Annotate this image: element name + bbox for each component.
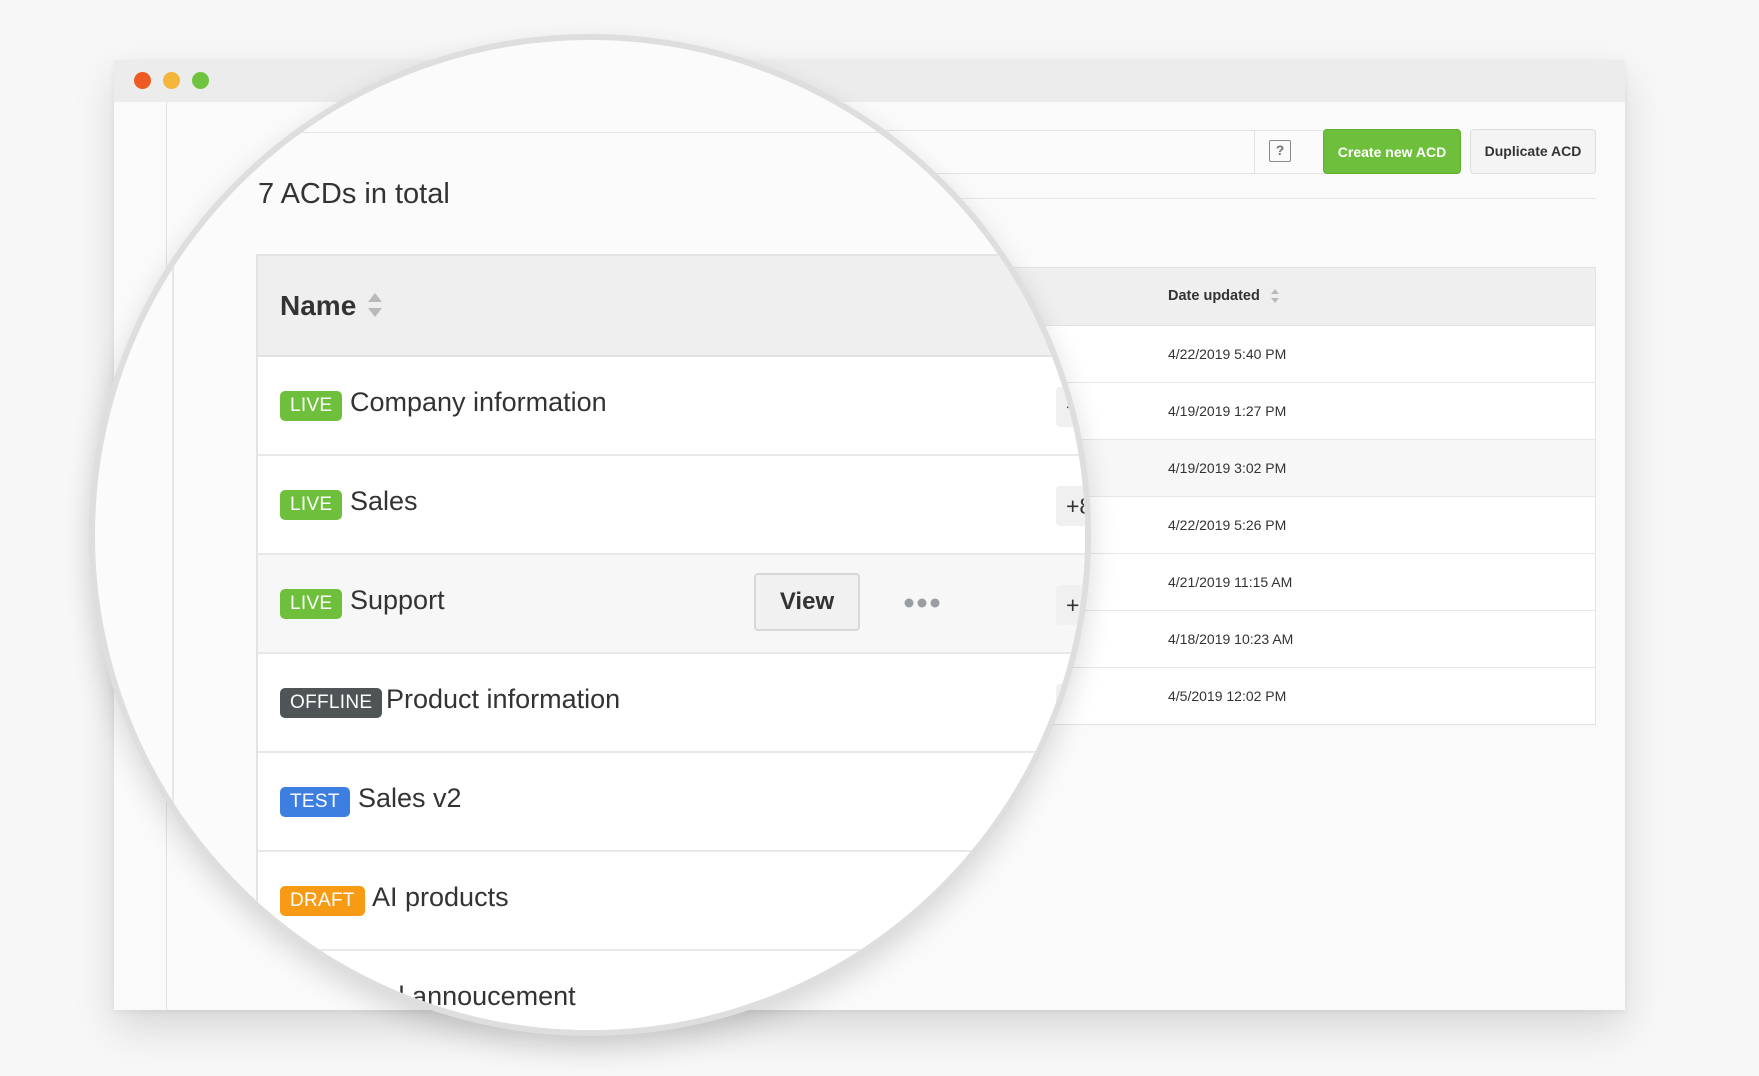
acd-total-count: 7 ACDs in total [258, 178, 450, 210]
extra-count-chip: +8 [1056, 486, 1085, 526]
date-updated-cell: 4/22/2019 5:26 PM [1168, 517, 1287, 533]
table-header: Name [258, 256, 1085, 357]
help-icon[interactable]: ? [1269, 140, 1291, 162]
status-badge: DRAFT [280, 886, 365, 916]
date-updated-cell: 4/19/2019 3:02 PM [1168, 460, 1287, 476]
status-badge: LIVE [280, 490, 343, 520]
table-row[interactable]: LIVE Support View +8 [258, 555, 1085, 654]
duplicate-acd-button[interactable]: Duplicate ACD [1470, 129, 1596, 174]
date-updated-header[interactable]: Date updated [1168, 288, 1260, 304]
magnifier-lens: 7 ACDs in total Name LIVE Company informa… [89, 34, 1091, 1036]
status-badge: LIVE [280, 391, 343, 421]
date-updated-cell: 4/22/2019 5:40 PM [1168, 346, 1287, 362]
date-updated-cell: 4/5/2019 12:02 PM [1168, 688, 1287, 704]
search-input[interactable] [206, 132, 1085, 133]
status-badge [280, 985, 300, 1015]
acd-name[interactable]: Company information [350, 387, 607, 418]
acd-table-magnified: Name LIVE Company information + LIVE Sales +8… [256, 254, 1085, 1030]
acd-name[interactable]: Support [350, 585, 445, 616]
extra-count-chip: + [1056, 684, 1085, 724]
table-row[interactable]: LIVE Sales +8 [258, 456, 1085, 555]
create-new-acd-button[interactable]: Create new ACD [1323, 129, 1461, 174]
sidebar-divider [172, 40, 174, 1030]
table-row[interactable]: DRAFT AI products [258, 852, 1085, 951]
extra-count-chip: + [1056, 387, 1085, 427]
acd-name[interactable]: AI products [372, 882, 509, 913]
name-column-header[interactable]: Name [280, 290, 356, 322]
date-updated-cell: 4/21/2019 11:15 AM [1168, 574, 1293, 590]
search-divider [1254, 130, 1255, 174]
table-row[interactable]: OFFLINE Product information + [258, 654, 1085, 753]
acd-name[interactable]: Sales [350, 486, 418, 517]
stage: ? Create new ACD Duplicate ACD Date upda… [0, 0, 1759, 1076]
status-badge: LIVE [280, 589, 343, 619]
status-badge: TEST [280, 787, 350, 817]
acd-name[interactable]: Product information [386, 684, 620, 715]
acd-name[interactable]: Sales v2 [358, 783, 462, 814]
date-updated-cell: 4/18/2019 10:23 AM [1168, 631, 1294, 647]
magnified-view: 7 ACDs in total Name LIVE Company informa… [95, 40, 1085, 1030]
acd-name[interactable]: Special annoucement [316, 981, 576, 1012]
status-badge: OFFLINE [280, 688, 383, 718]
more-options-icon[interactable] [903, 597, 941, 609]
table-row[interactable]: LIVE Company information + [258, 357, 1085, 456]
date-updated-cell: 4/19/2019 1:27 PM [1168, 403, 1287, 419]
table-row[interactable]: Special annoucement [258, 951, 1085, 1030]
sort-icon[interactable] [366, 290, 384, 320]
sort-icon[interactable] [1270, 288, 1280, 304]
table-row[interactable]: TEST Sales v2 [258, 753, 1085, 852]
view-button[interactable]: View [754, 573, 860, 631]
